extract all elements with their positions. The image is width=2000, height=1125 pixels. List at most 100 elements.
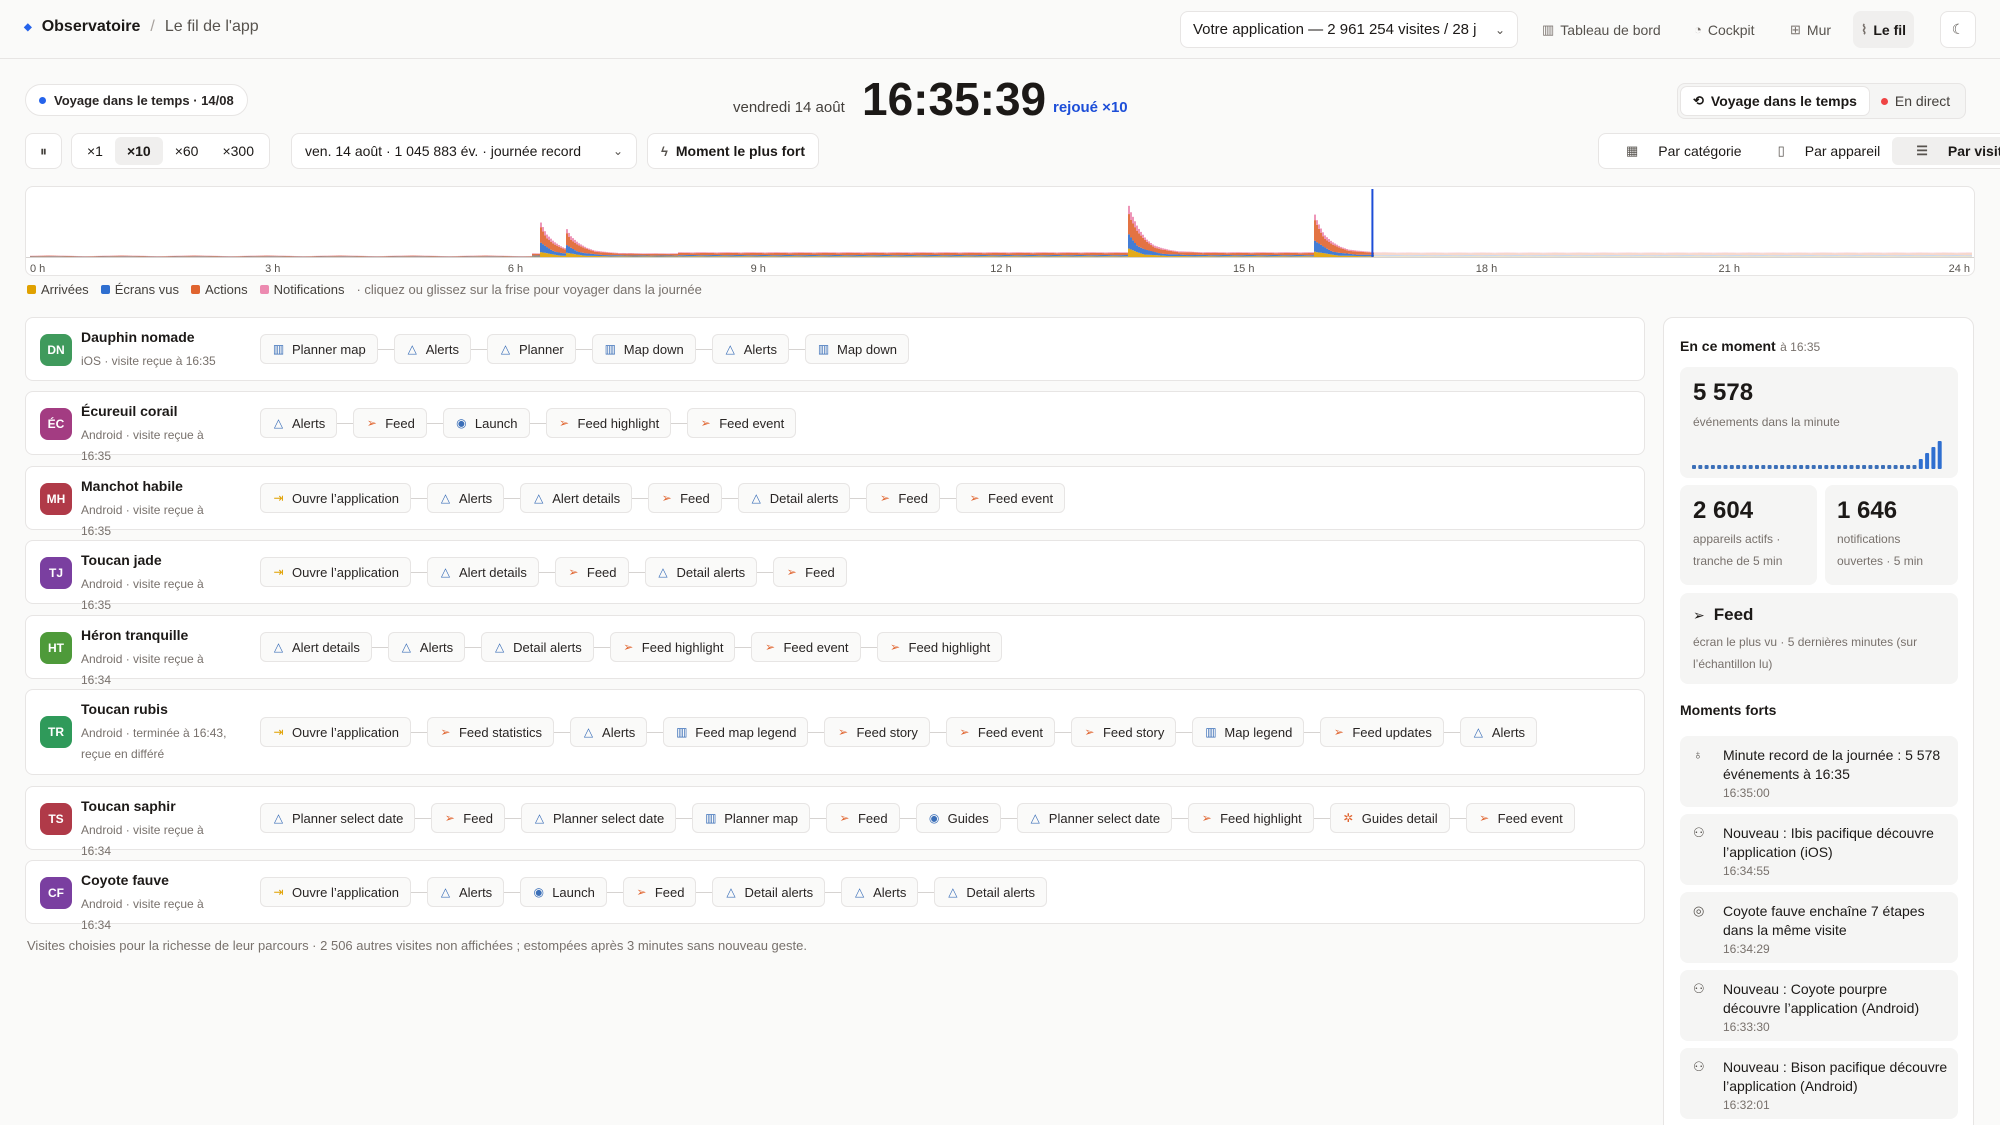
theme-toggle-button[interactable]: ☾ [1940,11,1976,48]
speed-option-2[interactable]: ×60 [163,137,211,165]
step-chip[interactable]: ▥ Planner map [692,803,810,833]
day-timeline[interactable]: 0 h3 h6 h9 h 12 h 15 h 18 h 21 h 24 h [25,186,1975,276]
peak-moment-button[interactable]: ϟ Moment le plus fort [647,133,820,169]
step-chip[interactable]: ◉ Launch [442,408,530,438]
timeline-bar [552,240,554,244]
step-chip[interactable]: ▥ Map down [591,334,696,364]
step-chip[interactable]: ➢ Feed statistics [426,717,555,747]
step-chip[interactable]: ◉ Launch [520,877,607,907]
step-chip[interactable]: △ Alerts [711,334,789,364]
mode-live-button[interactable]: En direct [1869,87,1962,115]
moment-item[interactable]: ⚇ Nouveau : Bison pacifique découvre l’ap… [1680,1048,1958,1119]
legend-item: Notifications [259,282,344,297]
timeline-bar [870,255,872,257]
timeline-bar [1294,252,1296,256]
step-chip[interactable]: ✲ Guides detail [1329,803,1450,833]
step-chip[interactable]: ➢ Feed [773,557,847,587]
step-chip[interactable]: ➢ Feed highlight [609,632,736,662]
step-chip[interactable]: ⇥ Ouvre l’application [260,483,411,513]
speed-option-0[interactable]: ×1 [75,137,115,165]
nav-le-fil[interactable]: ⌇ Le fil [1853,11,1915,48]
step-chip[interactable]: ➢ Feed updates [1320,717,1444,747]
visit-row[interactable]: DN Dauphin nomade iOS · visite reçue à 16:… [25,317,1645,381]
step-chip[interactable]: ⇥ Ouvre l’application [260,717,411,747]
step-chip[interactable]: ➢ Feed [648,483,722,513]
step-chip[interactable]: ➢ Feed [431,803,505,833]
step-chip[interactable]: ⇥ Ouvre l’application [260,557,411,587]
visit-row[interactable]: ÉC Écureuil corail Android · visite reçue … [25,391,1645,463]
step-chip[interactable]: ➢ Feed event [1465,803,1575,833]
step-chip[interactable]: △ Detail alerts [644,557,758,587]
visit-row[interactable]: MH Manchot habile Android · visite reçue à… [25,466,1645,538]
step-chip[interactable]: ➢ Feed story [1070,717,1177,747]
step-chip[interactable]: ➢ Feed [825,803,900,833]
brand-name[interactable]: Observatoire [42,18,141,36]
timeline-bar [1518,252,1520,254]
timeline-bar [1546,253,1548,256]
step-chip[interactable]: ➢ Feed story [824,717,930,747]
view-option-0[interactable]: ▦ Par catégorie [1602,137,1754,165]
step-chip[interactable]: △ Alerts [841,877,919,907]
visit-row[interactable]: TR Toucan rubis Android · terminée à 16:43… [25,689,1645,775]
timeline-bar [1342,253,1344,256]
step-chip[interactable]: ▥ Planner map [260,334,378,364]
step-chip[interactable]: ➢ Feed event [687,408,797,438]
visit-row[interactable]: HT Héron tranquille Android · visite reçue… [25,615,1645,687]
step-chip[interactable]: ▥ Map legend [1192,717,1305,747]
step-chip[interactable]: ➢ Feed [353,408,427,438]
moment-item[interactable]: ⚇ Nouveau : Ibis pacifique découvre l’app… [1680,814,1958,885]
step-chip[interactable]: ➢ Feed highlight [545,408,672,438]
view-option-2[interactable]: ☰Par visite [1892,137,2000,165]
step-chip[interactable]: △ Alerts [393,334,471,364]
step-chip[interactable]: △ Planner select date [260,803,416,833]
step-chip[interactable]: △ Detail alerts [712,877,826,907]
timeline-bar [1854,252,1856,256]
nav-cockpit[interactable]: ◔ Cockpit [1686,11,1763,48]
step-chip[interactable]: △ Alert details [260,632,372,662]
step-chip[interactable]: △ Planner select date [1016,803,1173,833]
step-chip[interactable]: ➢ Feed event [945,717,1055,747]
step-chip[interactable]: ➢ Feed highlight [1188,803,1314,833]
step-chip[interactable]: △ Alerts [260,408,338,438]
step-chip[interactable]: ➢ Feed event [956,483,1066,513]
step-chip[interactable]: △ Alerts [570,717,648,747]
step-chip[interactable]: △ Planner [486,334,576,364]
speed-option-1[interactable]: ×10 [114,137,163,165]
step-chip[interactable]: ➢ Feed event [751,632,861,662]
moment-item[interactable]: ♁ Minute record de la journée : 5 578 évé… [1680,736,1958,807]
step-chip[interactable]: ▥ Map down [804,334,909,364]
visit-row[interactable]: TS Toucan saphir Android · visite reçue à … [25,786,1645,858]
app-selector[interactable]: Votre application — 2 961 254 visites / … [1180,11,1518,48]
step-chip[interactable]: △ Alert details [520,483,633,513]
timeline-bar [1484,256,1486,257]
step-chip[interactable]: △ Planner select date [520,803,677,833]
visit-row[interactable]: TJ Toucan jade Android · visite reçue à 16… [25,540,1645,612]
step-chip[interactable]: ⇥ Ouvre l’application [260,877,411,907]
speed-option-3[interactable]: ×300 [210,137,266,165]
step-chip[interactable]: △ Alerts [1459,717,1538,747]
timeline-bar [1884,253,1886,256]
pause-button[interactable]: ⏸ [25,133,62,169]
nav-mur[interactable]: ⊞ Mur [1782,11,1839,48]
step-chip[interactable]: △ Alerts [426,483,505,513]
step-chip[interactable]: ◉ Guides [915,803,1001,833]
moment-item[interactable]: ⚇ Nouveau : Coyote pourpre découvre l’app… [1680,970,1958,1041]
day-selector[interactable]: ven. 14 août · 1 045 883 év. · journée r… [291,133,637,169]
step-chip[interactable]: △ Alert details [426,557,539,587]
step-chip[interactable]: △ Detail alerts [737,483,851,513]
step-chip[interactable]: ➢ Feed [866,483,941,513]
step-chip[interactable]: △ Alerts [387,632,466,662]
view-option-1[interactable]: ▯ Par appareil [1754,137,1893,165]
step-chip[interactable]: ➢ Feed highlight [876,632,1003,662]
moment-item[interactable]: ◎ Coyote fauve enchaîne 7 étapes dans la … [1680,892,1958,963]
timeline-bar [552,254,554,257]
step-chip[interactable]: ▥ Feed map legend [663,717,809,747]
step-chip[interactable]: △ Detail alerts [934,877,1047,907]
visit-row[interactable]: CF Coyote fauve Android · visite reçue à 1… [25,860,1645,932]
step-chip[interactable]: ➢ Feed [554,557,629,587]
step-chip[interactable]: △ Alerts [426,877,505,907]
nav-tableau-de-bord[interactable]: ▥ Tableau de bord [1534,11,1669,48]
step-chip[interactable]: △ Detail alerts [481,632,594,662]
mode-time-travel-button[interactable]: ⟲ Voyage dans le temps [1681,87,1869,115]
step-chip[interactable]: ➢ Feed [622,877,697,907]
